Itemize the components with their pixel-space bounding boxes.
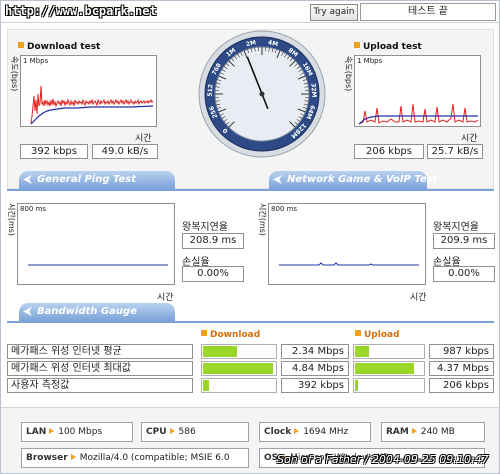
- upload-graph: 1 Mbps: [354, 55, 481, 127]
- bandwidth-row-label: 메가패스 위성 인터넷 최대값: [7, 361, 193, 376]
- divider: [7, 189, 494, 191]
- tab-bandwidth-gauge[interactable]: Bandwidth Gauge: [19, 303, 175, 321]
- speed-test-app: http://www.bcpark.net Try again 테스트 끝 Do…: [0, 0, 500, 474]
- download-bar: [201, 361, 277, 376]
- download-graph: 1 Mbps: [20, 55, 157, 127]
- divider: [7, 321, 494, 323]
- bandwidth-download-header: Download: [201, 330, 260, 340]
- general-ping-graph: 800 ms: [17, 203, 175, 285]
- clock-info: Clock 1694 MHz: [259, 422, 371, 442]
- lan-info: LAN 100 Mbps: [21, 422, 133, 442]
- upload-time-label: 시간: [461, 134, 478, 144]
- arrow-icon: [23, 175, 32, 184]
- download-bar-fill: [203, 346, 237, 357]
- speed-gauge: 02565127681M2M 4M8M16M32M64M128M: [198, 30, 326, 158]
- download-bandwidth-value: 2.34 Mbps: [281, 344, 349, 359]
- test-status: 테스트 끝: [360, 3, 496, 21]
- speed-section: Download test 속도(bps) 1 Mbps 시간 392 kbps…: [7, 29, 494, 189]
- upload-bandwidth-value: 987 kbps: [429, 344, 494, 359]
- game-loss-value: 0.00%: [433, 266, 495, 282]
- upload-bar-fill: [355, 346, 369, 357]
- game-max-label: 800 ms: [271, 205, 298, 213]
- upload-bandwidth-value: 4.37 Mbps: [429, 361, 494, 376]
- browser-info: Browser Mozilla/4.0 (compatible; MSIE 6.0: [21, 448, 249, 468]
- bandwidth-row-label: 사용자 측정값: [7, 378, 193, 393]
- upload-bar: [353, 361, 425, 376]
- download-bar-fill: [203, 363, 273, 374]
- tab-general-ping[interactable]: General Ping Test: [19, 171, 175, 189]
- arrow-icon: [294, 428, 300, 434]
- download-bandwidth-value: 392 kbps: [281, 378, 349, 393]
- ping-y-unit: 시간(ms): [7, 203, 16, 236]
- download-y-unit: 속도(bps): [10, 56, 19, 92]
- game-time-label: 시간: [410, 293, 427, 303]
- game-rtt-value: 209.9 ms: [433, 233, 495, 249]
- upload-y-unit: 속도(bps): [344, 56, 353, 92]
- bandwidth-upload-header: Upload: [355, 330, 400, 340]
- game-rtt-label: 왕복지연율: [433, 222, 479, 233]
- ping-time-label: 시간: [157, 293, 174, 303]
- ping-max-label: 800 ms: [20, 205, 47, 213]
- download-time-label: 시간: [135, 134, 152, 144]
- download-bar-fill: [203, 380, 209, 391]
- download-bar: [201, 344, 277, 359]
- upload-bar-fill: [355, 363, 414, 374]
- arrow-icon: [411, 428, 417, 434]
- arrow-icon: [23, 307, 32, 316]
- arrow-icon: [169, 428, 175, 434]
- cpu-info: CPU 586: [141, 422, 249, 442]
- ping-rtt-label: 왕복지연율: [182, 222, 228, 233]
- header: http://www.bcpark.net Try again 테스트 끝: [1, 1, 499, 23]
- upload-bar: [353, 344, 425, 359]
- upload-title: Upload test: [354, 42, 422, 52]
- upload-bandwidth-value: 206 kbps: [429, 378, 494, 393]
- signature-watermark: Son of a Father / 2004-09-25 09:10:47: [277, 453, 489, 466]
- download-rate-value: 49.0 kB/s: [92, 144, 158, 159]
- download-bar: [201, 378, 277, 393]
- bullet-icon: [18, 42, 24, 48]
- ping-loss-value: 0.00%: [182, 266, 244, 282]
- arrow-icon: [49, 428, 55, 434]
- download-title: Download test: [18, 42, 100, 52]
- ping-rtt-value: 208.9 ms: [182, 233, 244, 249]
- try-again-button[interactable]: Try again: [310, 4, 358, 21]
- arrow-icon: [273, 175, 282, 184]
- game-y-unit: 시간(ms): [258, 203, 267, 236]
- tab-network-game-voip[interactable]: Network Game & VoIP Test: [269, 171, 437, 189]
- upload-bar-fill: [355, 380, 358, 391]
- upload-speed-value: 206 kbps: [354, 144, 424, 159]
- ram-info: RAM 240 MB: [381, 422, 485, 442]
- upload-max-label: 1 Mbps: [357, 57, 383, 65]
- bullet-icon: [355, 330, 361, 336]
- game-ping-graph: 800 ms: [268, 203, 426, 285]
- download-bandwidth-value: 4.84 Mbps: [281, 361, 349, 376]
- arrow-icon: [70, 454, 76, 460]
- bandwidth-row-label: 메가패스 위성 인터넷 평균: [7, 344, 193, 359]
- download-speed-value: 392 kbps: [20, 144, 88, 159]
- site-logo: http://www.bcpark.net: [5, 4, 157, 18]
- gauge-tick-label: 32M: [309, 83, 317, 98]
- bullet-icon: [201, 330, 207, 336]
- gauge-tick-label: 512: [207, 84, 215, 97]
- upload-bar: [353, 378, 425, 393]
- upload-rate-value: 25.7 kB/s: [427, 144, 483, 159]
- download-max-label: 1 Mbps: [23, 57, 49, 65]
- bullet-icon: [354, 42, 360, 48]
